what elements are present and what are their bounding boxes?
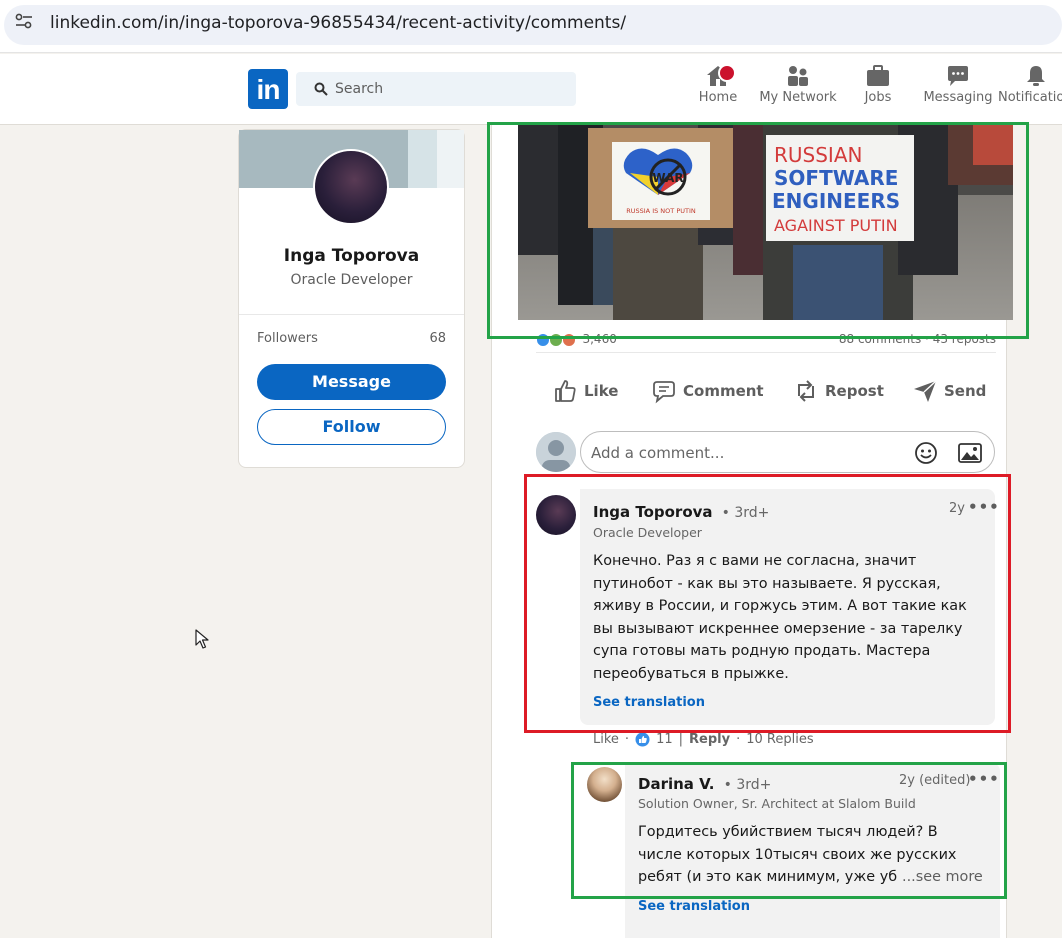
mouse-cursor-icon xyxy=(195,629,209,649)
profile-cover-accent-light xyxy=(437,130,464,188)
thumbs-up-icon xyxy=(555,380,576,402)
default-avatar-icon xyxy=(536,432,576,472)
profile-name[interactable]: Inga Toporova xyxy=(239,246,464,266)
image-icon[interactable] xyxy=(958,443,982,463)
comment-like-button[interactable]: Like xyxy=(593,732,619,747)
notification-badge xyxy=(718,64,736,82)
search-placeholder: Search xyxy=(335,81,384,97)
network-icon xyxy=(788,66,808,86)
nav-home-label: Home xyxy=(698,90,738,105)
comment-icon xyxy=(653,381,675,404)
repost-label: Repost xyxy=(825,382,884,400)
see-translation-link[interactable]: See translation xyxy=(638,899,750,914)
search-icon xyxy=(314,82,328,96)
nav-jobs[interactable]: Jobs xyxy=(855,64,901,105)
comment-replies-count[interactable]: 10 Replies xyxy=(746,732,813,747)
nav-notifications-label: Notifications xyxy=(998,90,1062,105)
highlight-box-red xyxy=(524,474,1011,733)
like-reaction-icon xyxy=(635,732,650,747)
emoji-icon[interactable] xyxy=(914,441,938,465)
comment-reaction-count[interactable]: 11 xyxy=(656,732,673,747)
highlight-box-green xyxy=(487,122,1029,339)
nav-my-network-label: My Network xyxy=(759,90,837,105)
profile-title: Oracle Developer xyxy=(290,272,413,288)
send-button[interactable]: Send xyxy=(912,376,986,406)
comment-button[interactable]: Comment xyxy=(651,376,764,406)
follow-button[interactable]: Follow xyxy=(257,409,446,445)
followers-label: Followers xyxy=(257,331,318,346)
messaging-icon xyxy=(948,66,968,86)
url-text[interactable]: linkedin.com/in/inga-toporova-96855434/r… xyxy=(50,13,626,33)
comment-reply-button[interactable]: Reply xyxy=(689,732,730,747)
like-button[interactable]: Like xyxy=(552,376,618,406)
nav-messaging[interactable]: Messaging xyxy=(922,64,994,105)
site-settings-icon[interactable] xyxy=(14,12,34,30)
nav-jobs-label: Jobs xyxy=(864,90,892,105)
comment-label: Comment xyxy=(683,382,764,400)
divider xyxy=(536,352,996,353)
nav-messaging-label: Messaging xyxy=(923,90,993,105)
bell-icon xyxy=(1027,66,1045,86)
send-icon xyxy=(914,380,937,402)
divider xyxy=(239,314,464,315)
send-label: Send xyxy=(944,382,987,400)
nav-notifications[interactable]: Notifications xyxy=(998,64,1062,105)
like-label: Like xyxy=(584,382,619,400)
repost-button[interactable]: Repost xyxy=(793,376,884,406)
followers-count: 68 xyxy=(429,331,446,346)
current-user-avatar xyxy=(536,432,576,472)
profile-avatar[interactable] xyxy=(313,149,389,225)
nav-my-network[interactable]: My Network xyxy=(758,64,838,105)
briefcase-icon xyxy=(867,65,889,86)
linkedin-logo[interactable]: in xyxy=(248,69,288,109)
highlight-box-green xyxy=(571,762,1007,899)
comment-placeholder: Add a comment... xyxy=(591,444,725,462)
comment-actions: Like · 11 | Reply · 10 Replies xyxy=(593,732,814,747)
repost-icon xyxy=(798,380,814,402)
message-button[interactable]: Message xyxy=(257,364,446,400)
